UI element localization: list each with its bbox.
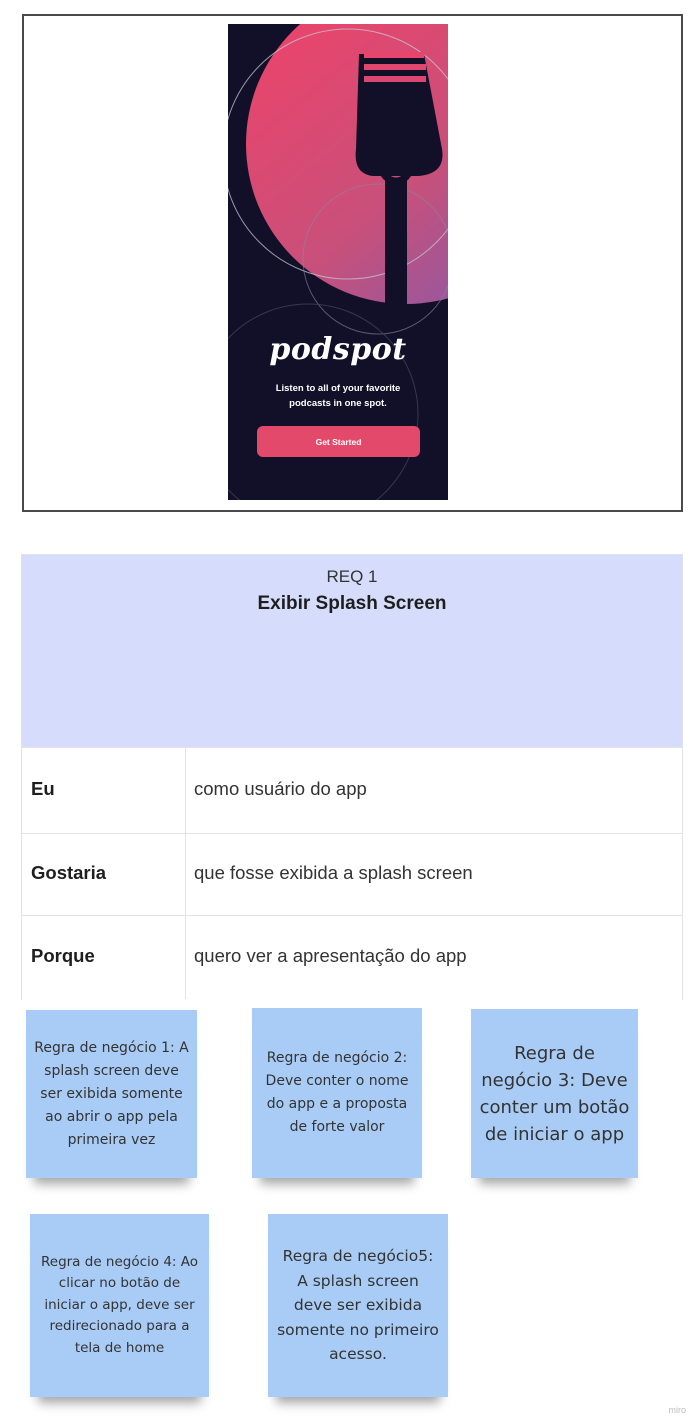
requirement-title: Exibir Splash Screen: [257, 593, 447, 614]
story-row-eu: Eu como usuário do app: [22, 747, 682, 834]
column-divider: [185, 747, 186, 999]
story-value: que fosse exibida a splash screen: [194, 862, 473, 883]
note-text: Regra de negócio 2: Deve conter o nome d…: [265, 1050, 409, 1135]
story-key: Porque: [31, 945, 95, 966]
miro-watermark: miro: [668, 1405, 687, 1415]
story-value: quero ver a apresentação do app: [194, 945, 467, 966]
note-text: Regra de negócio 3: Deve conter um botão…: [479, 1042, 630, 1145]
requirement-description-area: [22, 643, 682, 747]
value-proposition: Listen to all of your favorite podcasts …: [275, 383, 401, 409]
story-row-gostaria: Gostaria que fosse exibida a splash scre…: [22, 833, 682, 916]
sticky-note-rule-2[interactable]: Regra de negócio 2: Deve conter o nome d…: [252, 1008, 422, 1178]
sticky-note-rule-3[interactable]: Regra de negócio 3: Deve conter um botão…: [471, 1009, 638, 1178]
note-text: Regra de negócio 4: Ao clicar no botão d…: [40, 1253, 199, 1356]
requirement-header: REQ 1 Exibir Splash Screen: [22, 555, 682, 644]
note-text: Regra de negócio 1: A splash screen deve…: [34, 1039, 189, 1148]
sticky-note-rule-1[interactable]: Regra de negócio 1: A splash screen deve…: [26, 1010, 197, 1178]
story-row-porque: Porque quero ver a apresentação do app: [22, 915, 682, 1000]
sticky-note-rule-4[interactable]: Regra de negócio 4: Ao clicar no botão d…: [30, 1214, 209, 1397]
splash-screen-mockup: podspot Listen to all of your favorite p…: [228, 24, 448, 500]
note-text: Regra de negócio5: A splash screen deve …: [277, 1247, 439, 1364]
story-key: Gostaria: [31, 862, 107, 883]
story-value: como usuário do app: [194, 778, 367, 799]
requirement-number: REQ 1: [326, 567, 378, 586]
app-logo: podspot: [269, 332, 407, 367]
sticky-note-rule-5[interactable]: Regra de negócio5: A splash screen deve …: [268, 1214, 448, 1397]
story-key: Eu: [31, 778, 55, 799]
requirement-card: REQ 1 Exibir Splash Screen Eu como usuár…: [21, 554, 683, 1000]
get-started-button[interactable]: Get Started: [257, 426, 420, 457]
